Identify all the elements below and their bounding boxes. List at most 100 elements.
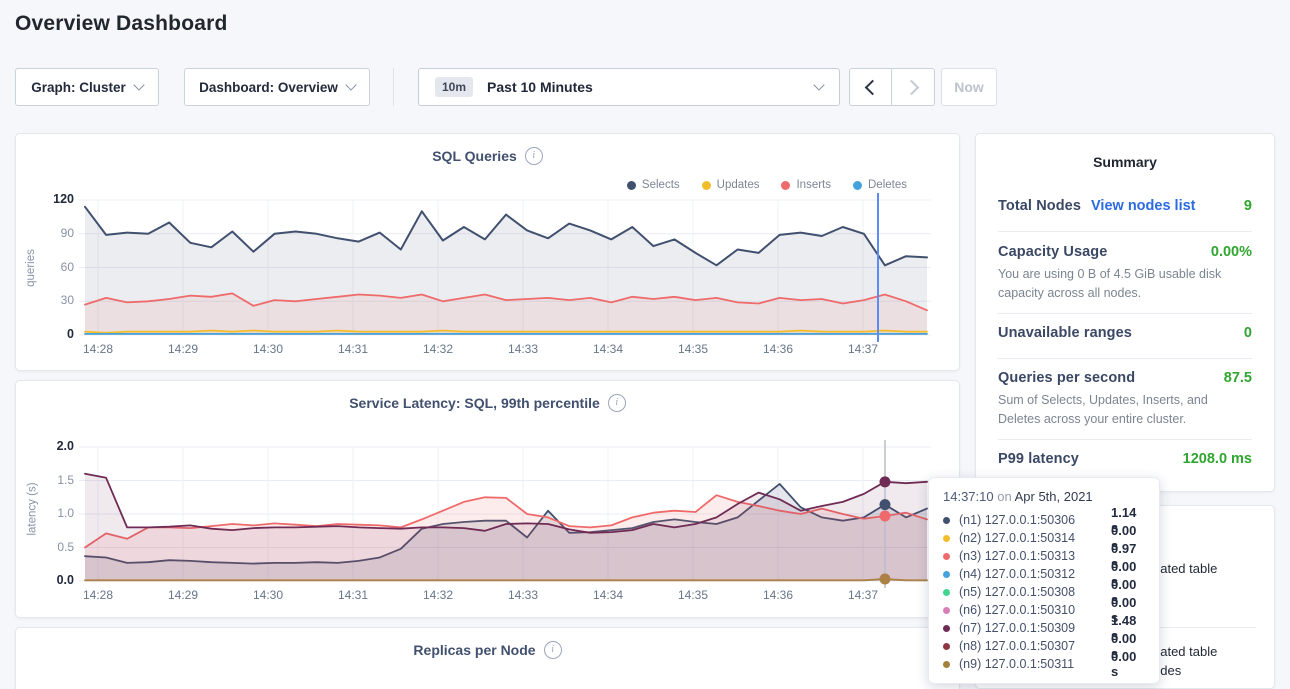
tooltip-date: Apr 5th, 2021 bbox=[1015, 489, 1093, 504]
unavailable-ranges-value: 0 bbox=[1244, 325, 1252, 341]
dashboard-dropdown-label: Dashboard: Overview bbox=[199, 80, 338, 95]
x-tick-label: 14:35 bbox=[671, 342, 715, 356]
view-nodes-list-link[interactable]: View nodes list bbox=[1091, 198, 1196, 214]
y-tick-label: 0.5 bbox=[16, 540, 74, 554]
tooltip-on: on bbox=[997, 489, 1011, 504]
x-tick-label: 14:35 bbox=[671, 588, 715, 602]
x-tick-label: 14:31 bbox=[331, 588, 375, 602]
y-tick-label: 120 bbox=[16, 192, 74, 206]
chart-title: Service Latency: SQL, 99th percentile bbox=[349, 395, 600, 411]
dashboard-dropdown[interactable]: Dashboard: Overview bbox=[184, 68, 370, 106]
tooltip-node-address: (n3) 127.0.0.1:50313 bbox=[959, 549, 1111, 563]
x-tick-label: 14:28 bbox=[76, 342, 120, 356]
chart-title: SQL Queries bbox=[432, 148, 517, 164]
node-dot-icon bbox=[943, 535, 950, 542]
chevron-down-icon bbox=[345, 79, 356, 90]
legend-label: Inserts bbox=[796, 179, 831, 191]
time-nav-group bbox=[849, 68, 935, 106]
qps-description: Sum of Selects, Updates, Inserts, and De… bbox=[998, 391, 1252, 430]
qps-label: Queries per second bbox=[998, 370, 1135, 386]
tooltip-node-address: (n4) 127.0.0.1:50312 bbox=[959, 567, 1111, 581]
y-tick-label: 60 bbox=[16, 260, 74, 274]
x-tick-label: 14:37 bbox=[841, 588, 885, 602]
x-tick-label: 14:36 bbox=[756, 342, 800, 356]
x-tick-label: 14:34 bbox=[586, 342, 630, 356]
summary-panel: Summary Total Nodes View nodes list 9 Ca… bbox=[975, 133, 1275, 492]
x-tick-label: 14:32 bbox=[416, 342, 460, 356]
total-nodes-label: Total Nodes bbox=[998, 198, 1081, 214]
event-text-fragment: eated table bbox=[1153, 644, 1217, 659]
info-icon[interactable]: i bbox=[525, 147, 543, 165]
sql-queries-panel: SQL Queries i Selects Updates Inserts Delet… bbox=[15, 133, 960, 371]
time-range-badge: 10m bbox=[435, 77, 473, 97]
info-icon[interactable]: i bbox=[608, 394, 626, 412]
sql-queries-chart[interactable] bbox=[79, 197, 934, 342]
chart-title: Replicas per Node bbox=[413, 642, 535, 658]
x-tick-label: 14:31 bbox=[331, 342, 375, 356]
now-button[interactable]: Now bbox=[941, 68, 997, 106]
legend-item-selects[interactable]: Selects bbox=[627, 179, 680, 191]
x-tick-label: 14:33 bbox=[501, 588, 545, 602]
node-dot-icon bbox=[943, 553, 950, 560]
x-tick-label: 14:32 bbox=[416, 588, 460, 602]
graph-dropdown-label: Graph: Cluster bbox=[31, 80, 126, 95]
overview-dashboard-page: Overview Dashboard Graph: Cluster Dashbo… bbox=[0, 0, 1290, 689]
y-tick-label: 30 bbox=[16, 293, 74, 307]
capacity-usage-value: 0.00% bbox=[1211, 244, 1252, 260]
y-tick-label: 1.5 bbox=[16, 473, 74, 487]
legend-item-updates[interactable]: Updates bbox=[702, 179, 760, 191]
chart-hover-tooltip: 14:37:10 on Apr 5th, 2021 (n1) 127.0.0.1… bbox=[928, 477, 1160, 684]
service-latency-panel: Service Latency: SQL, 99th percentile i … bbox=[15, 380, 960, 618]
capacity-usage-label: Capacity Usage bbox=[998, 244, 1107, 260]
replicas-per-node-panel: Replicas per Node i bbox=[15, 627, 960, 689]
legend-label: Deletes bbox=[868, 179, 907, 191]
divider bbox=[998, 358, 1252, 359]
node-dot-icon bbox=[943, 571, 950, 578]
x-tick-label: 14:34 bbox=[586, 588, 630, 602]
x-tick-label: 14:29 bbox=[161, 588, 205, 602]
y-tick-label: 2.0 bbox=[16, 439, 74, 453]
tooltip-time: 14:37:10 bbox=[943, 489, 994, 504]
time-range-dropdown[interactable]: 10m Past 10 Minutes bbox=[418, 68, 840, 106]
x-tick-label: 14:36 bbox=[756, 588, 800, 602]
node-dot-icon bbox=[943, 589, 950, 596]
chart-legend: Selects Updates Inserts Deletes bbox=[627, 179, 907, 191]
tooltip-node-address: (n8) 127.0.0.1:50307 bbox=[959, 639, 1111, 653]
x-tick-label: 14:28 bbox=[76, 588, 120, 602]
legend-dot-icon bbox=[702, 181, 711, 190]
legend-dot-icon bbox=[627, 181, 636, 190]
x-tick-label: 14:29 bbox=[161, 342, 205, 356]
tooltip-node-address: (n1) 127.0.0.1:50306 bbox=[959, 513, 1111, 527]
node-dot-icon bbox=[943, 625, 950, 632]
divider bbox=[998, 231, 1252, 232]
y-tick-label: 0.0 bbox=[16, 573, 74, 587]
capacity-usage-description: You are using 0 B of 4.5 GiB usable disk… bbox=[998, 265, 1252, 304]
tooltip-node-address: (n2) 127.0.0.1:50314 bbox=[959, 531, 1111, 545]
node-dot-icon bbox=[943, 643, 950, 650]
chevron-down-icon bbox=[133, 79, 144, 90]
y-tick-label: 1.0 bbox=[16, 506, 74, 520]
time-next-button[interactable] bbox=[892, 68, 935, 106]
legend-label: Selects bbox=[642, 179, 680, 191]
tooltip-node-address: (n9) 127.0.0.1:50311 bbox=[959, 657, 1111, 671]
info-icon[interactable]: i bbox=[544, 641, 562, 659]
node-dot-icon bbox=[943, 661, 950, 668]
time-prev-button[interactable] bbox=[849, 68, 892, 106]
legend-dot-icon bbox=[781, 181, 790, 190]
legend-item-inserts[interactable]: Inserts bbox=[781, 179, 831, 191]
tooltip-node-address: (n6) 127.0.0.1:50310 bbox=[959, 603, 1111, 617]
service-latency-chart[interactable] bbox=[79, 444, 934, 588]
tooltip-node-address: (n7) 127.0.0.1:50309 bbox=[959, 621, 1111, 635]
unavailable-ranges-label: Unavailable ranges bbox=[998, 325, 1132, 341]
x-tick-label: 14:33 bbox=[501, 342, 545, 356]
chevron-left-icon bbox=[865, 79, 881, 95]
tooltip-node-address: (n5) 127.0.0.1:50308 bbox=[959, 585, 1111, 599]
toolbar-divider bbox=[393, 68, 394, 106]
legend-dot-icon bbox=[853, 181, 862, 190]
x-tick-label: 14:37 bbox=[841, 342, 885, 356]
event-text-fragment: eated table bbox=[1153, 561, 1217, 576]
legend-item-deletes[interactable]: Deletes bbox=[853, 179, 907, 191]
divider bbox=[998, 313, 1252, 314]
chevron-down-icon bbox=[813, 79, 824, 90]
graph-dropdown[interactable]: Graph: Cluster bbox=[15, 68, 159, 106]
